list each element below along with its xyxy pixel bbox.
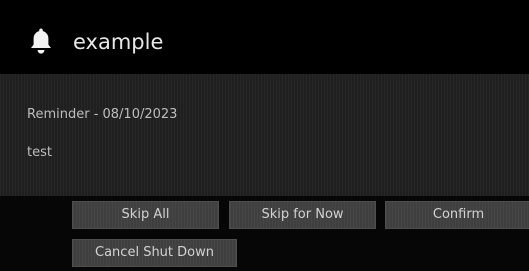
reminder-dialog: example Reminder - 08/10/2023 test Skip …: [0, 0, 529, 271]
reminder-heading: Reminder - 08/10/2023: [27, 107, 178, 122]
skip-for-now-button[interactable]: Skip for Now: [229, 201, 376, 229]
dialog-title: example: [73, 30, 164, 54]
cancel-shut-down-button[interactable]: Cancel Shut Down: [72, 239, 237, 267]
dialog-title-bar: example: [0, 0, 529, 74]
confirm-button[interactable]: Confirm: [385, 201, 529, 229]
reminder-message-panel: Reminder - 08/10/2023 test: [0, 74, 529, 196]
skip-all-button[interactable]: Skip All: [72, 201, 219, 229]
bell-icon: [31, 28, 51, 54]
reminder-body: test: [27, 145, 52, 160]
